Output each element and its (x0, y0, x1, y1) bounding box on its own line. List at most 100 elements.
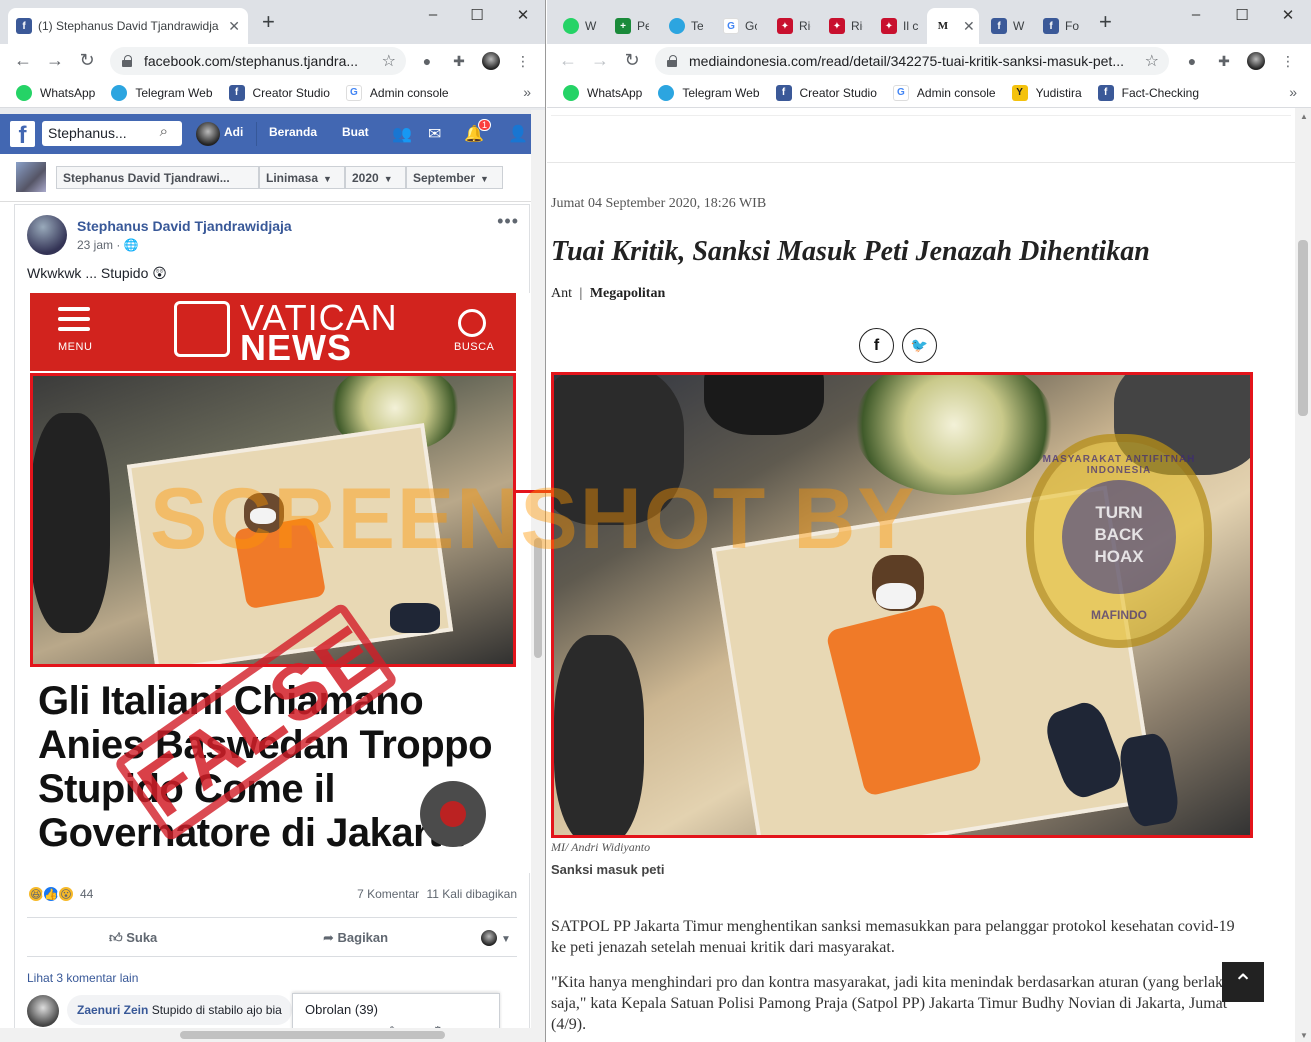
extensions-puzzle-icon[interactable]: ✚ (450, 52, 468, 70)
tab-facebook-w[interactable]: fW (983, 8, 1027, 44)
commenter-avatar[interactable] (27, 995, 59, 1027)
shares-count[interactable]: 11 Kali dibagikan (426, 887, 517, 901)
bookmark-admin-console[interactable]: G Admin console (892, 84, 996, 101)
left-horizontal-scrollbar[interactable] (0, 1028, 532, 1042)
tab-ric-1[interactable]: ✦ Ric (769, 8, 811, 44)
twitter-share-button[interactable]: 🐦 (902, 328, 937, 363)
article-category-link[interactable]: Megapolitan (590, 286, 665, 301)
tab-google-translate[interactable]: G Gc (715, 8, 757, 44)
post-author-name[interactable]: Stephanus David Tjandrawidjaja (77, 218, 292, 234)
breadcrumb-timeline[interactable]: Linimasa ▼ (259, 166, 345, 189)
scroll-thumb[interactable] (534, 538, 542, 658)
search-label: BUSCA (454, 341, 495, 353)
profile-thumbnail[interactable] (16, 162, 46, 192)
tab-label: Ric (799, 19, 811, 33)
bookmark-yudistira[interactable]: Y Yudistira (1011, 84, 1082, 101)
bookmark-creator-studio[interactable]: f Creator Studio (228, 84, 330, 101)
post-options-icon[interactable]: ••• (497, 211, 519, 232)
close-window-button[interactable]: ✕ (1265, 6, 1311, 24)
facebook-search-input[interactable]: Stephanus... ⌕ (42, 121, 182, 146)
menu-kebab-icon[interactable]: ⋮ (514, 52, 532, 70)
post-timestamp[interactable]: 23 jam · 🌐 (77, 238, 139, 252)
facebook-share-button[interactable]: f (859, 328, 894, 363)
bookmark-creator-studio[interactable]: f Creator Studio (775, 84, 877, 101)
maximize-button[interactable]: ☐ (1219, 6, 1265, 24)
bookmark-telegram[interactable]: Telegram Web (111, 84, 213, 101)
view-more-comments-link[interactable]: Lihat 3 komentar lain (27, 971, 138, 985)
nav-create-link[interactable]: Buat (342, 125, 369, 139)
share-button[interactable]: ➦ Bagikan (323, 930, 388, 946)
bookmark-label: Creator Studio (799, 85, 877, 100)
tab-facebook[interactable]: f (1) Stephanus David Tjandrawidja ✕ (8, 8, 248, 44)
tab-media-indonesia[interactable]: MMI✕ (927, 8, 979, 44)
minimize-button[interactable]: – (1173, 6, 1219, 23)
profile-avatar-icon[interactable] (1247, 52, 1265, 70)
minimize-button[interactable]: – (410, 6, 456, 23)
tab-ric-2[interactable]: ✦ Ric (821, 8, 863, 44)
reload-icon[interactable]: ↻ (76, 50, 98, 71)
back-arrow-icon[interactable]: ← (557, 50, 579, 71)
new-tab-button[interactable]: + (1099, 11, 1112, 33)
bookmarks-more-icon[interactable]: » (1289, 84, 1297, 100)
address-bar[interactable]: facebook.com/stephanus.tjandra... ☆ (110, 47, 406, 75)
reaction-summary[interactable]: 😆 👍 😮 44 (27, 885, 93, 903)
forward-arrow-icon[interactable]: → (589, 50, 611, 71)
facebook-logo-icon[interactable]: f (10, 121, 35, 149)
menu-kebab-icon[interactable]: ⋮ (1279, 52, 1297, 70)
maximize-button[interactable]: ☐ (454, 6, 500, 24)
caret-down-icon: ▼ (501, 934, 511, 945)
bookmark-fact-checking[interactable]: f Fact-Checking (1097, 84, 1199, 101)
breadcrumb-year[interactable]: 2020 ▼ (345, 166, 406, 189)
tab-facebook-fo[interactable]: f Fo (1035, 8, 1079, 44)
extensions-puzzle-icon[interactable]: ✚ (1215, 52, 1233, 70)
close-window-button[interactable]: ✕ (500, 6, 545, 24)
nav-home-link[interactable]: Beranda (269, 125, 317, 139)
hscroll-thumb[interactable] (180, 1031, 445, 1039)
user-avatar[interactable] (196, 122, 220, 146)
profile-avatar-icon[interactable] (482, 52, 500, 70)
address-bar[interactable]: mediaindonesia.com/read/detail/342275-tu… (655, 47, 1169, 75)
bookmark-admin-console[interactable]: G Admin console (345, 84, 449, 101)
user-name-link[interactable]: Adi (224, 125, 243, 139)
bookmark-telegram[interactable]: Telegram Web (658, 84, 760, 101)
bookmarks-more-icon[interactable]: » (523, 84, 531, 100)
bookmark-whatsapp[interactable]: WhatsApp (563, 84, 642, 101)
new-tab-button[interactable]: + (262, 11, 275, 33)
mafindo-label: MAFINDO (1091, 608, 1147, 622)
messenger-icon[interactable]: ✉ (428, 124, 441, 144)
search-icon[interactable]: ⌕ (160, 123, 168, 140)
back-arrow-icon[interactable]: ← (12, 50, 34, 71)
scroll-down-arrow-icon[interactable]: ▼ (1300, 1031, 1308, 1040)
bookmark-star-icon[interactable]: ☆ (1145, 51, 1159, 71)
bookmark-whatsapp[interactable]: WhatsApp (16, 84, 95, 101)
tab-close-icon[interactable]: ✕ (222, 18, 240, 35)
post-image[interactable]: MENU VATICAN NEWS BUSCA Gli Italiani Chi… (16, 293, 530, 873)
left-vertical-scrollbar[interactable] (531, 110, 545, 1042)
commenter-name[interactable]: Zaenuri Zein (77, 1003, 148, 1017)
incognito-extension-icon[interactable]: ● (1183, 52, 1201, 70)
breadcrumb-profile[interactable]: Stephanus David Tjandrawi... (56, 166, 259, 189)
breadcrumb-month[interactable]: September ▼ (406, 166, 503, 189)
forward-arrow-icon[interactable]: → (44, 50, 66, 71)
tab-il-c[interactable]: ✦ Il c (873, 8, 921, 44)
article-title: Tuai Kritik, Sanksi Masuk Peti Jenazah D… (551, 236, 1150, 267)
bookmark-star-icon[interactable]: ☆ (382, 51, 396, 71)
comments-count[interactable]: 7 Komentar (357, 887, 419, 901)
scroll-to-top-button[interactable]: ⌃ (1222, 962, 1264, 1002)
incognito-extension-icon[interactable]: ● (418, 52, 436, 70)
right-vertical-scrollbar[interactable]: ▲ ▼ (1295, 108, 1311, 1042)
tab-close-icon[interactable]: ✕ (957, 18, 975, 35)
like-button[interactable]: 👍︎ Suka (109, 930, 157, 946)
audience-selector[interactable]: ▼ (481, 930, 511, 946)
scroll-up-arrow-icon[interactable]: ▲ (1300, 112, 1308, 121)
friend-requests-icon[interactable]: 👤 (508, 124, 528, 144)
tab-pe[interactable]: + Pe (607, 8, 649, 44)
reload-icon[interactable]: ↻ (621, 50, 643, 71)
scroll-thumb[interactable] (1298, 240, 1308, 416)
post-author-avatar[interactable] (27, 215, 67, 255)
friends-icon[interactable]: 👥 (392, 124, 412, 144)
tab-whatsapp[interactable]: Wi (555, 8, 597, 44)
cut-off-header-strip (551, 108, 1291, 116)
tab-telegram[interactable]: Tel (661, 8, 703, 44)
vatican-news-header: MENU VATICAN NEWS BUSCA (30, 293, 516, 371)
